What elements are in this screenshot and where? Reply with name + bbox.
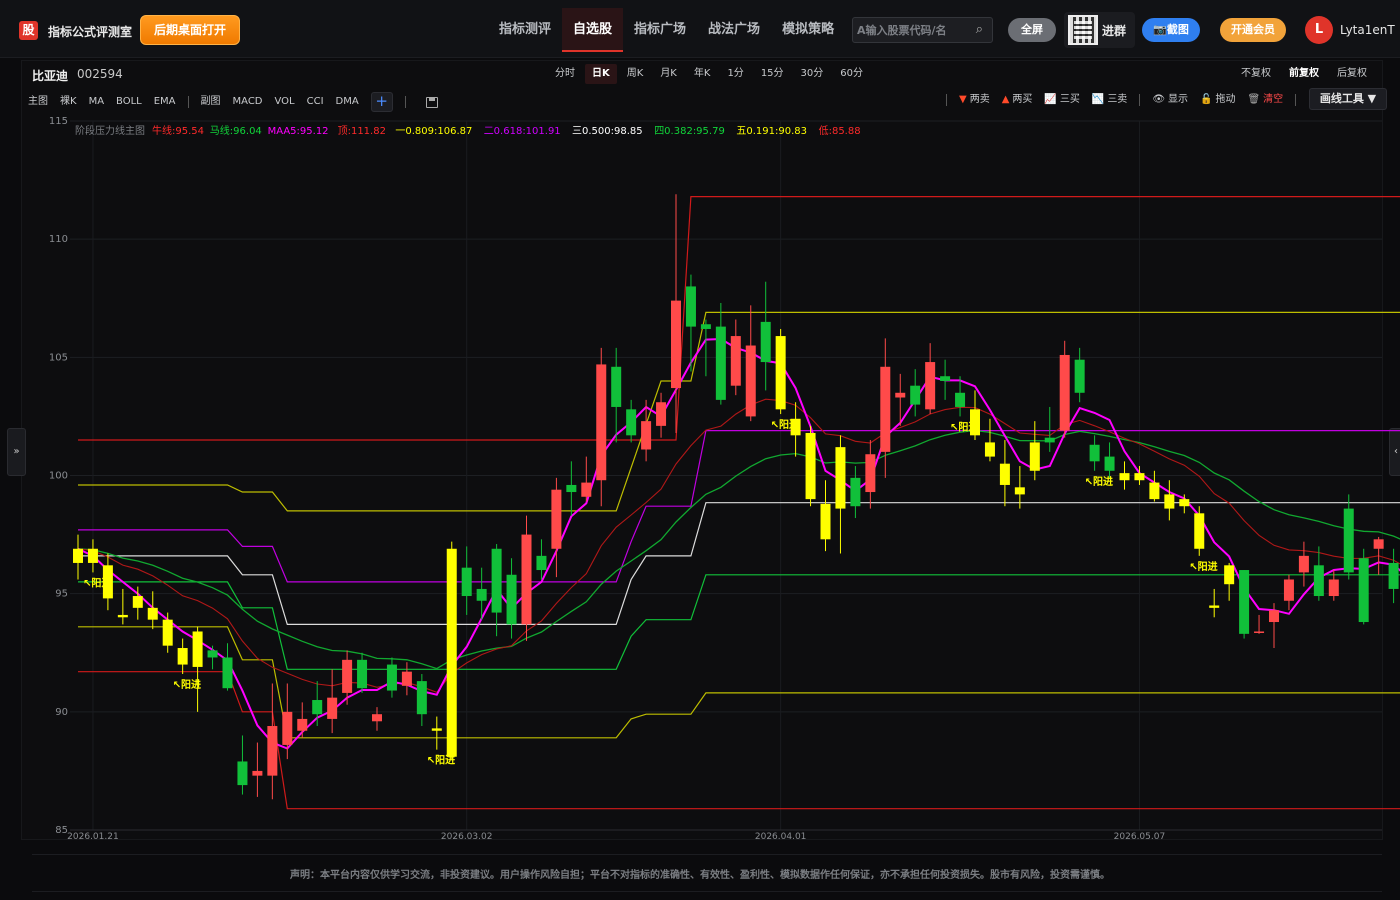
indicator-cci[interactable]: CCI [307,94,324,110]
tab-period-daily[interactable]: 日K [585,64,617,84]
tab-no-adjust[interactable]: 不复权 [1234,66,1278,82]
tab-backward-adjust[interactable]: 后复权 [1330,66,1374,82]
tab-period-15min[interactable]: 15分 [754,64,791,84]
tool-two-buy-label: 两买 [1012,94,1033,105]
nav-item-indicator-plaza[interactable]: 指标广场 [623,8,697,52]
tab-period-30min[interactable]: 30分 [794,64,831,84]
qr-code-icon [1068,15,1098,45]
stock-code: 002594 [77,67,123,81]
expand-right-icon[interactable]: ‹ [1389,428,1400,476]
vip-button[interactable]: 开通会员 [1220,18,1286,42]
lock-icon: 🔓 [1200,94,1213,105]
open-desktop-button[interactable]: 后期桌面打开 [140,15,240,45]
tool-three-sell-label: 三卖 [1107,94,1128,105]
draw-tools-dropdown[interactable]: 画线工具 ▼ [1309,88,1387,110]
tool-show[interactable]: 👁 显示 [1152,92,1188,108]
screenshot-button[interactable]: 📷截图 [1142,18,1200,42]
tool-clear-label: 清空 [1263,94,1284,105]
indicator-naked-k[interactable]: 裸K [60,94,77,110]
app-logo[interactable]: 股 [19,21,38,40]
join-group-button[interactable]: 进群 [1064,12,1135,48]
nav-item-strategy-plaza[interactable]: 战法广场 [697,8,771,52]
tool-three-buy-label: 三买 [1059,94,1080,105]
tool-two-sell[interactable]: ▼ 两卖 [959,92,990,108]
indicator-sub[interactable]: 副图 [201,94,221,110]
indicator-toolbar: 主图 裸K MA BOLL EMA 副图 MACD VOL CCI DMA + [28,92,438,112]
nav-item-watchlist[interactable]: 自选股 [562,8,624,52]
period-tabs: 分时 日K 周K 月K 年K 1分 15分 30分 60分 [548,64,873,84]
adjust-tabs: 不复权 前复权 后复权 [1230,66,1374,82]
tab-period-1min[interactable]: 1分 [720,64,750,84]
triangle-down-icon: ▼ [959,94,967,105]
toolbar-divider [1295,94,1297,106]
nav-item-indicator-review[interactable]: 指标测评 [488,8,562,52]
join-group-label: 进群 [1102,24,1127,38]
username[interactable]: Lyta1enT [1340,23,1395,37]
tool-three-buy[interactable]: 📈 三买 [1044,92,1079,108]
eye-icon: 👁 [1152,94,1166,105]
add-indicator-button[interactable]: + [370,92,393,112]
chart-down-icon: 📉 [1091,94,1105,105]
indicator-dma[interactable]: DMA [336,94,359,110]
toolbar-divider [187,96,189,108]
chart-line-icon: 📈 [1044,94,1057,105]
tool-two-buy[interactable]: ▲ 两买 [1002,92,1033,108]
indicator-ma[interactable]: MA [89,94,104,110]
trash-icon: 🗑 [1247,94,1261,105]
tab-period-yearly[interactable]: 年K [687,64,718,84]
triangle-up-icon: ▲ [1001,94,1010,105]
toolbar-divider [946,94,947,106]
chart-panel [21,60,1383,840]
expand-left-icon[interactable]: » [7,428,26,476]
brand-title[interactable]: 指标公式评测室 [48,23,132,40]
indicator-main[interactable]: 主图 [28,94,48,110]
search-icon[interactable]: ⌕ [976,22,983,37]
tool-drag[interactable]: 🔓 拖动 [1200,92,1235,108]
nav-item-simulated-strategy[interactable]: 模拟策略 [771,8,845,52]
tool-drag-label: 拖动 [1215,94,1236,105]
signal-toolbar: ▼ 两卖 ▲ 两买 📈 三买 📉 三卖 👁 显示 🔓 拖动 🗑 清空 [946,92,1308,108]
tab-period-monthly[interactable]: 月K [653,64,684,84]
tab-period-60min[interactable]: 60分 [833,64,870,84]
tool-three-sell[interactable]: 📉 三卖 [1092,92,1127,108]
disclaimer-text: 声明：本平台内容仅供学习交流，非投资建议。用户操作风险自担；平台不对指标的准确性… [290,870,1110,881]
stock-search-input[interactable] [857,21,967,39]
indicator-boll[interactable]: BOLL [116,94,142,110]
main-nav: 指标测评 自选股 指标广场 战法广场 模拟策略 [488,8,845,52]
avatar[interactable]: L [1305,16,1333,44]
stock-search: ⌕ [852,17,993,43]
top-nav-bar: 股 指标公式评测室 后期桌面打开 指标测评 自选股 指标广场 战法广场 模拟策略… [0,0,1400,58]
tab-forward-adjust[interactable]: 前复权 [1282,66,1326,82]
fullscreen-button[interactable]: 全屏 [1008,18,1056,42]
tool-show-label: 显示 [1168,94,1189,105]
toolbar-divider [404,96,406,108]
indicator-macd[interactable]: MACD [233,94,263,110]
stock-name: 比亚迪 [32,69,69,83]
tool-clear[interactable]: 🗑 清空 [1247,92,1283,108]
indicator-ema[interactable]: EMA [154,94,176,110]
tab-period-weekly[interactable]: 周K [620,64,651,84]
indicator-vol[interactable]: VOL [275,94,295,110]
save-icon[interactable] [425,96,438,108]
tab-period-intraday[interactable]: 分时 [548,64,582,84]
tool-two-sell-label: 两卖 [969,94,990,105]
candle-body [1388,562,1399,589]
toolbar-divider [1139,94,1141,106]
